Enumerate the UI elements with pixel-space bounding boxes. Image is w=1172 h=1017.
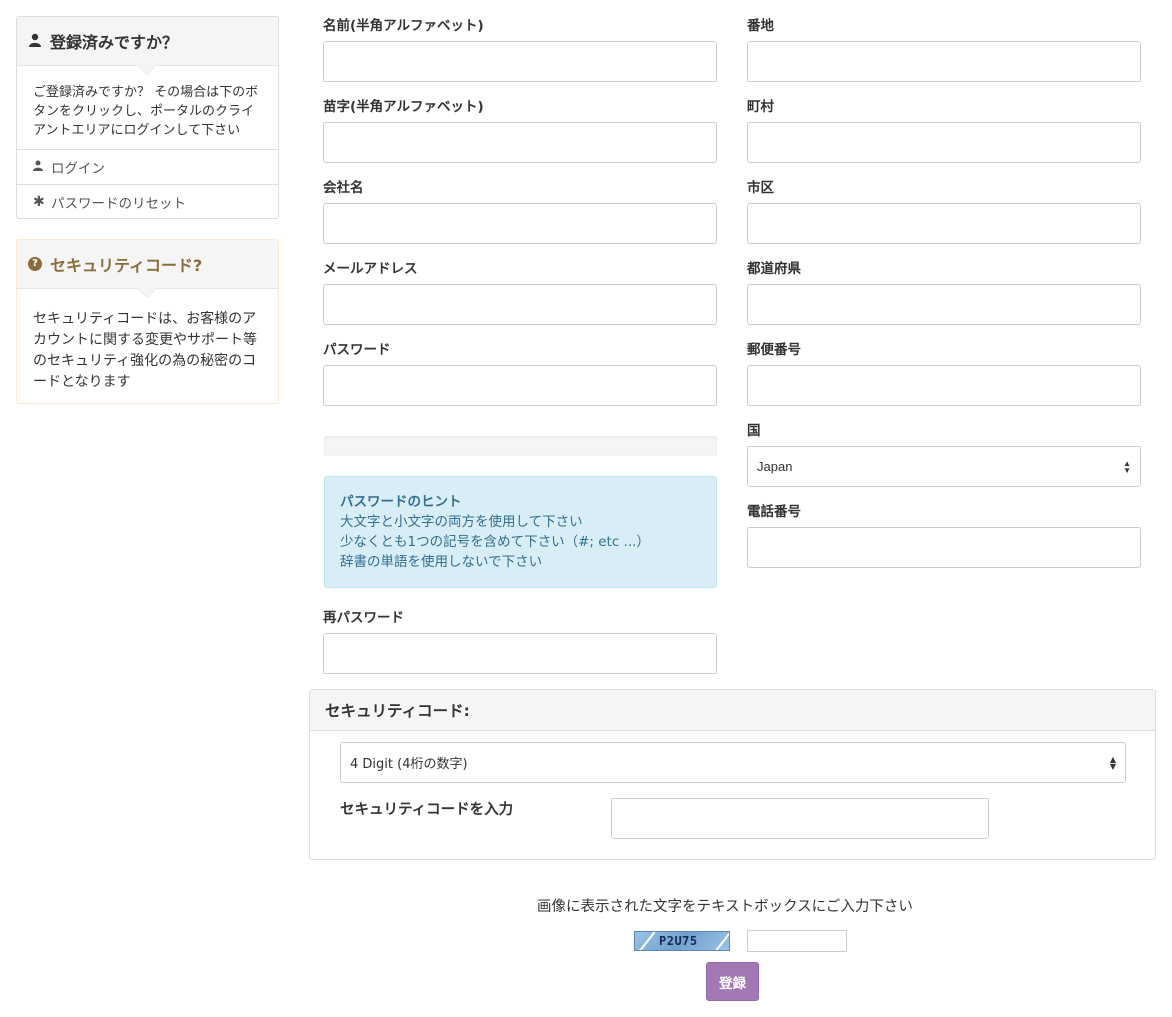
address-group: 番地 [747, 16, 1141, 82]
confirm-password-label: 再パスワード [323, 610, 404, 626]
first-name-group: 名前(半角アルファベット) [323, 16, 717, 82]
captcha-image: P2U75 [634, 931, 730, 951]
country-value: Japan [757, 459, 793, 474]
last-name-group: 苗字(半角アルファベット) [323, 97, 717, 163]
login-link[interactable]: ログイン [17, 149, 278, 184]
registered-panel-text: ご登録済みですか？ その場合は下のボタンをクリックし、ポータルのクライアントエリ… [33, 85, 259, 138]
last-name-label: 苗字(半角アルファベット) [323, 99, 484, 115]
email-group: メールアドレス [323, 259, 717, 325]
country-select[interactable]: Japan ▲ ▼ [747, 446, 1141, 487]
security-info-text: セキュリティコードは、お客様のアカウントに関する変更やサポート等のセキュリティ強… [33, 311, 257, 390]
password-strength-bar [324, 436, 717, 456]
register-button[interactable]: 登録 [706, 962, 759, 1001]
login-label: ログイン [51, 161, 105, 177]
phone-label: 電話番号 [747, 504, 801, 520]
select-arrows-icon: ▲ ▼ [1123, 458, 1131, 475]
password-hint-title: パスワードのヒント [340, 494, 462, 510]
last-name-input[interactable] [323, 122, 717, 163]
security-code-type-value: 4 Digit (4桁の数字) [350, 757, 468, 772]
email-label: メールアドレス [323, 261, 418, 277]
email-input[interactable] [323, 284, 717, 325]
address-input[interactable] [747, 41, 1141, 82]
registered-panel: 登録済みですか？ ご登録済みですか？ その場合は下のボタンをクリックし、ポータル… [16, 16, 279, 219]
security-info-heading: ? セキュリティコード? [17, 240, 278, 298]
phone-group: 電話番号 [747, 502, 1141, 568]
user-icon [28, 32, 42, 51]
phone-input[interactable] [747, 527, 1141, 568]
captcha-input[interactable] [747, 930, 847, 952]
password-label: パスワード [323, 342, 391, 358]
registered-panel-heading: 登録済みですか？ [17, 17, 278, 75]
password-hint-box: パスワードのヒント 大文字と小文字の両方を使用して下さい 少なくとも1つの記号を… [324, 476, 717, 588]
company-input[interactable] [323, 203, 717, 244]
registered-panel-title: 登録済みですか？ [50, 33, 179, 52]
town-label: 町村 [747, 99, 774, 115]
password-hint-line: 大文字と小文字の両方を使用して下さい [340, 514, 583, 530]
town-input[interactable] [747, 122, 1141, 163]
captcha-image-text: P2U75 [659, 934, 698, 948]
confirm-password-group: 再パスワード [323, 608, 717, 674]
password-hint-line: 少なくとも1つの記号を含めて下さい（#; etc ...） [340, 534, 650, 550]
city-label: 市区 [747, 180, 774, 196]
city-group: 市区 [747, 178, 1141, 244]
address-label: 番地 [747, 18, 774, 34]
security-code-panel: セキュリティコード: 4 Digit (4桁の数字) ▲ ▼ セキュリティコードを… [309, 689, 1156, 860]
first-name-label: 名前(半角アルファベット) [323, 18, 484, 34]
security-code-input-label: セキュリティコードを入力 [340, 802, 514, 818]
password-input[interactable] [323, 365, 717, 406]
security-code-input[interactable] [611, 798, 989, 839]
first-name-input[interactable] [323, 41, 717, 82]
state-group: 都道府県 [747, 259, 1141, 325]
security-info-title: セキュリティコード? [50, 256, 203, 275]
security-code-title: セキュリティコード: [310, 690, 1155, 731]
city-input[interactable] [747, 203, 1141, 244]
state-input[interactable] [747, 284, 1141, 325]
country-group: 国 Japan ▲ ▼ [747, 421, 1141, 487]
security-code-type-select[interactable]: 4 Digit (4桁の数字) ▲ ▼ [340, 742, 1126, 783]
user-icon [33, 160, 51, 174]
captcha-instruction: 画像に表示された文字をテキストボックスにご入力下さい [537, 899, 913, 915]
password-reset-link[interactable]: ✱ パスワードのリセット [17, 184, 278, 219]
asterisk-icon: ✱ [33, 194, 45, 210]
company-group: 会社名 [323, 178, 717, 244]
company-label: 会社名 [323, 180, 364, 196]
password-group: パスワード [323, 340, 717, 406]
postcode-group: 郵便番号 [747, 340, 1141, 406]
state-label: 都道府県 [747, 261, 801, 277]
country-label: 国 [747, 423, 761, 439]
password-hint-line: 辞書の単語を使用しないで下さい [340, 554, 543, 570]
town-group: 町村 [747, 97, 1141, 163]
postcode-input[interactable] [747, 365, 1141, 406]
question-circle-icon: ? [28, 257, 42, 271]
postcode-label: 郵便番号 [747, 342, 801, 358]
security-info-panel: ? セキュリティコード? セキュリティコードは、お客様のアカウントに関する変更や… [16, 239, 279, 404]
confirm-password-input[interactable] [323, 633, 717, 674]
password-reset-label: パスワードのリセット [51, 196, 186, 212]
select-arrows-icon: ▲ ▼ [1109, 754, 1116, 771]
